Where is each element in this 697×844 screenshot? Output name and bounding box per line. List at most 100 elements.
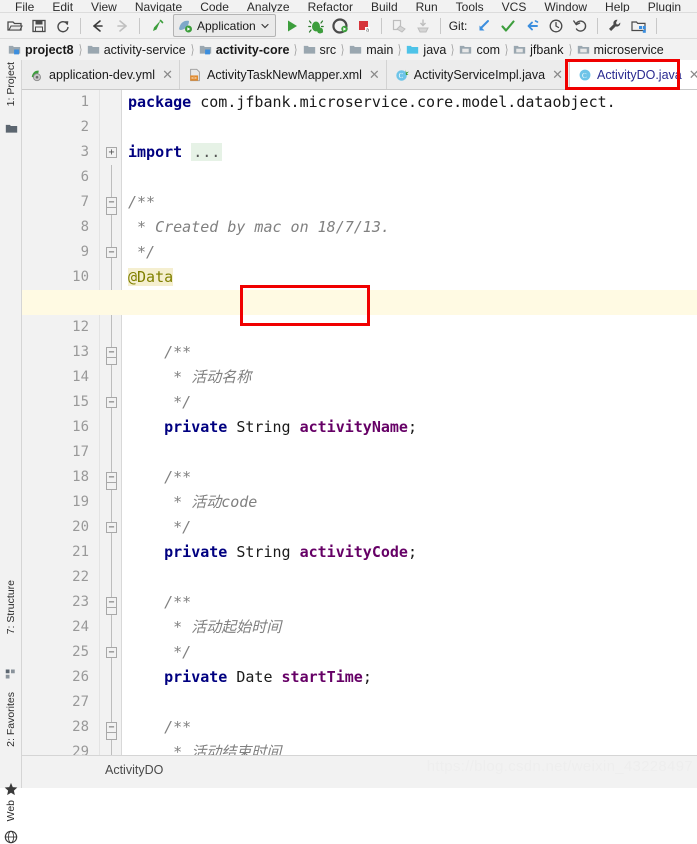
fold-collapse-icon[interactable]: − — [106, 522, 117, 533]
menu-item-help[interactable]: Help — [596, 1, 639, 12]
menu-item-vcs[interactable]: VCS — [493, 1, 536, 12]
fold-collapse-icon[interactable]: − — [106, 472, 117, 483]
code-line[interactable]: private Date startTime; — [128, 665, 372, 690]
breadcrumb-item-src[interactable]: src — [303, 43, 339, 57]
fold-collapse-icon[interactable]: − — [106, 722, 117, 733]
close-icon[interactable]: ✕ — [689, 68, 697, 81]
fold-region-end-icon[interactable] — [106, 208, 117, 215]
editor-tab-activity-do-java[interactable]: C ActivityDO.java ✕ — [570, 60, 697, 89]
code-line[interactable]: private String activityCode; — [128, 540, 417, 565]
breadcrumb-item-activity-service[interactable]: activity-service — [87, 43, 188, 57]
tool-window-structure[interactable]: 7: Structure — [0, 580, 22, 634]
code-line[interactable]: */ — [128, 640, 191, 665]
breadcrumb-separator: ⟩ — [451, 41, 455, 57]
code-line[interactable]: * 活动名称 — [128, 365, 251, 390]
code-line[interactable]: private String activityName; — [128, 415, 417, 440]
line-number-gutter[interactable]: 1236789101112131415161718192021222324252… — [22, 90, 100, 755]
fold-region-end-icon[interactable] — [106, 608, 117, 615]
fold-collapse-icon[interactable]: − — [106, 197, 117, 208]
git-history-icon[interactable] — [545, 15, 567, 37]
code-folding-gutter[interactable]: + − − − − − − − − − — [100, 90, 122, 755]
code-text-area[interactable]: package com.jfbank.microservice.core.mod… — [122, 90, 697, 755]
close-icon[interactable]: ✕ — [369, 68, 380, 81]
module-icon — [199, 45, 211, 55]
tool-window-project[interactable]: 1: Project — [0, 62, 22, 106]
code-token: String — [236, 418, 300, 436]
code-line[interactable]: * 活动code — [128, 490, 257, 515]
menu-item-run[interactable]: Run — [407, 1, 447, 12]
code-line[interactable]: * 活动起始时间 — [128, 615, 281, 640]
run-icon[interactable] — [281, 15, 303, 37]
breadcrumb-item-jfbank[interactable]: jfbank — [513, 43, 565, 57]
fold-collapse-icon[interactable]: − — [106, 597, 117, 608]
code-line[interactable]: */ — [128, 515, 191, 540]
menu-item-window[interactable]: Window — [535, 1, 596, 12]
git-revert-icon[interactable] — [569, 15, 591, 37]
menu-item-code[interactable]: Code — [191, 1, 238, 12]
fold-collapse-icon[interactable]: − — [106, 347, 117, 358]
fold-region-end-icon[interactable] — [106, 733, 117, 740]
fold-collapse-icon[interactable]: − — [106, 397, 117, 408]
build-project-icon[interactable] — [146, 15, 168, 37]
open-icon[interactable] — [4, 15, 26, 37]
fold-collapse-icon[interactable]: − — [106, 647, 117, 658]
breadcrumb-item-com[interactable]: com — [459, 43, 502, 57]
synchronize-icon[interactable] — [52, 15, 74, 37]
code-line[interactable]: /** — [128, 590, 191, 615]
code-line[interactable]: import ... — [128, 140, 223, 165]
breadcrumb-item-project8[interactable]: project8 — [8, 43, 76, 57]
breadcrumb-item-java[interactable]: java — [406, 43, 448, 57]
editor-breadcrumb-activity-do[interactable]: ActivityDO — [105, 763, 163, 777]
git-commit-icon[interactable] — [497, 15, 519, 37]
back-icon[interactable] — [87, 15, 109, 37]
code-line[interactable]: package com.jfbank.microservice.core.mod… — [128, 90, 616, 115]
menu-item-edit[interactable]: Edit — [43, 1, 82, 12]
code-editor[interactable]: 1236789101112131415161718192021222324252… — [22, 90, 697, 755]
run-configuration-selector[interactable]: Application — [173, 14, 276, 37]
menu-bar[interactable]: File Edit View Navigate Code Analyze Ref… — [0, 0, 697, 13]
code-line[interactable]: /** — [128, 340, 191, 365]
editor-tab-activity-task-new-mapper-xml[interactable]: <> ActivityTaskNewMapper.xml ✕ — [179, 60, 387, 89]
code-line[interactable]: /** — [128, 715, 191, 740]
menu-item-navigate[interactable]: Navigate — [126, 1, 191, 12]
fold-region-end-icon[interactable] — [106, 483, 117, 490]
breadcrumb-label: activity-service — [103, 42, 186, 57]
editor-tab-activity-service-impl-java[interactable]: C ActivityServiceImpl.java ✕ — [386, 60, 570, 89]
editor-tab-application-dev-yml[interactable]: application-dev.yml ✕ — [22, 60, 180, 89]
fold-expand-icon[interactable]: + — [106, 147, 117, 158]
breadcrumb-item-main[interactable]: main — [349, 43, 395, 57]
stop-icon[interactable]: a — [353, 15, 375, 37]
code-line[interactable]: */ — [128, 390, 191, 415]
git-push-icon[interactable] — [521, 15, 543, 37]
tool-window-favorites[interactable]: 2: Favorites — [0, 692, 22, 747]
project-structure-icon[interactable] — [628, 15, 650, 37]
menu-item-plugin[interactable]: Plugin — [639, 1, 690, 12]
code-line[interactable]: /** — [128, 465, 191, 490]
git-update-project-icon[interactable] — [473, 15, 495, 37]
menu-item-build[interactable]: Build — [362, 1, 407, 12]
debug-icon[interactable] — [305, 15, 327, 37]
fold-region-end-icon[interactable] — [106, 358, 117, 365]
code-token: */ — [128, 518, 192, 536]
close-icon[interactable]: ✕ — [552, 68, 563, 81]
breadcrumb-item-activity-core[interactable]: activity-core — [199, 43, 292, 57]
menu-item-analyze[interactable]: Analyze — [238, 1, 299, 12]
run-with-coverage-icon[interactable] — [329, 15, 351, 37]
breadcrumb-item-microservice[interactable]: microservice — [577, 43, 666, 57]
menu-item-tools[interactable]: Tools — [447, 1, 493, 12]
code-line[interactable]: * 活动结束时间 — [128, 740, 281, 755]
code-line[interactable]: * Created by mac on 18/7/13. — [128, 215, 390, 240]
fold-collapse-icon[interactable]: − — [106, 247, 117, 258]
code-line[interactable]: /** — [128, 190, 155, 215]
line-number: 28 — [72, 719, 89, 735]
code-line[interactable]: @Data — [128, 265, 174, 290]
code-line[interactable]: */ — [128, 240, 155, 265]
close-icon[interactable]: ✕ — [162, 68, 173, 81]
tool-window-web[interactable]: Web — [0, 800, 22, 821]
menu-item-refactor[interactable]: Refactor — [299, 1, 362, 12]
menu-item-view[interactable]: View — [82, 1, 126, 12]
module-icon — [8, 45, 21, 55]
menu-item-file[interactable]: File — [6, 1, 43, 12]
settings-icon[interactable] — [604, 15, 626, 37]
save-all-icon[interactable] — [28, 15, 50, 37]
